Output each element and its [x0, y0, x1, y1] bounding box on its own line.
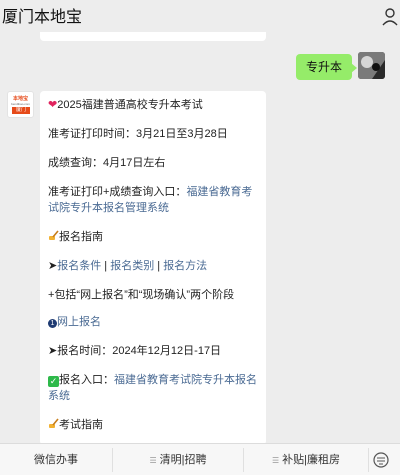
exam-guide-text: 考试指南: [59, 419, 103, 431]
avatar-logo-city: 厦门: [12, 107, 30, 114]
tab-qingming-jobs[interactable]: ☰ 清明|招聘: [113, 444, 243, 475]
message-line-guide: 报名指南: [48, 229, 260, 245]
arrow-glyph: ➤: [48, 260, 58, 272]
message-line-online-signup: 1 网上报名: [48, 314, 260, 330]
user-icon[interactable]: [380, 6, 400, 28]
bottom-menu-bar: 微信办事 ☰ 清明|招聘 ☰ 补贴|廉租房: [0, 443, 400, 475]
tab-subsidy-housing[interactable]: ☰ 补贴|廉租房: [244, 444, 368, 475]
message-line-query-entry: 准考证打印+成绩查询入口：福建省教育考试院专升本报名管理系统: [48, 184, 260, 216]
message-line-exam-guide: 考试指南: [48, 417, 260, 433]
top-bar: 厦门本地宝: [0, 0, 400, 32]
tab-wechat-services[interactable]: 微信办事: [0, 444, 112, 475]
previous-message-bubble: [40, 32, 266, 41]
signup-entry-label: 报名入口：: [59, 374, 114, 386]
pencil-hand-icon: [49, 418, 59, 428]
chat-title: 厦门本地宝: [2, 9, 83, 26]
methods-link[interactable]: 报名方法: [163, 260, 207, 272]
conditions-link[interactable]: 报名条件: [57, 260, 101, 272]
avatar-logo-domain: bendibao.com: [11, 102, 30, 106]
stages-text: 包括“网上报名”和“现场确认”两个阶段: [54, 289, 235, 301]
message-line-exam: ❤2025福建普通高校专升本考试: [48, 97, 260, 113]
link-separator: |: [154, 260, 164, 272]
online-signup-link[interactable]: 网上报名: [57, 316, 101, 328]
message-line-signup-entry: ✓ 报名入口：福建省教育考试院专升本报名系统: [48, 372, 260, 404]
message-line-signup-time: ➤报名时间：2024年12月12日-17日: [48, 345, 222, 357]
categories-link[interactable]: 报名类别: [110, 260, 154, 272]
query-entry-label: 准考证打印+成绩查询入口：: [48, 186, 187, 198]
tab-label: 补贴|廉租房: [282, 454, 341, 466]
my-avatar[interactable]: [358, 52, 385, 79]
message-line-stages: +包括“网上报名”和“现场确认”两个阶段: [48, 287, 260, 303]
menu-icon: ☰: [149, 456, 157, 465]
menu-icon: ☰: [271, 456, 280, 465]
bot-message-bubble: ❤2025福建普通高校专升本考试 准考证打印时间：3月21日至3月28日 成绩查…: [40, 91, 266, 445]
exam-title-text: 2025福建普通高校专升本考试: [57, 99, 203, 111]
message-line-links: ➤报名条件 | 报名类别 | 报名方法: [48, 258, 260, 274]
tab-label: 微信办事: [34, 454, 78, 466]
bot-avatar[interactable]: 本地宝 bendibao.com 厦门: [7, 91, 34, 118]
keyboard-icon[interactable]: [372, 452, 390, 468]
heart-icon: ❤: [48, 99, 58, 111]
tab-label: 清明|招聘: [159, 454, 207, 466]
message-line-score-query: 成绩查询：4月17日左右: [48, 157, 166, 169]
check-icon: ✓: [48, 376, 59, 387]
avatar-logo-text: 本地宝: [12, 96, 28, 102]
tab-divider: [368, 448, 369, 472]
dot-icon: 1: [48, 319, 57, 328]
my-message-bubble[interactable]: 专升本: [295, 54, 358, 80]
message-line-admission-ticket: 准考证打印时间：3月21日至3月28日: [48, 128, 228, 140]
link-separator: |: [101, 260, 111, 272]
guide-text: 报名指南: [59, 231, 103, 243]
pencil-hand-icon: [49, 230, 59, 240]
